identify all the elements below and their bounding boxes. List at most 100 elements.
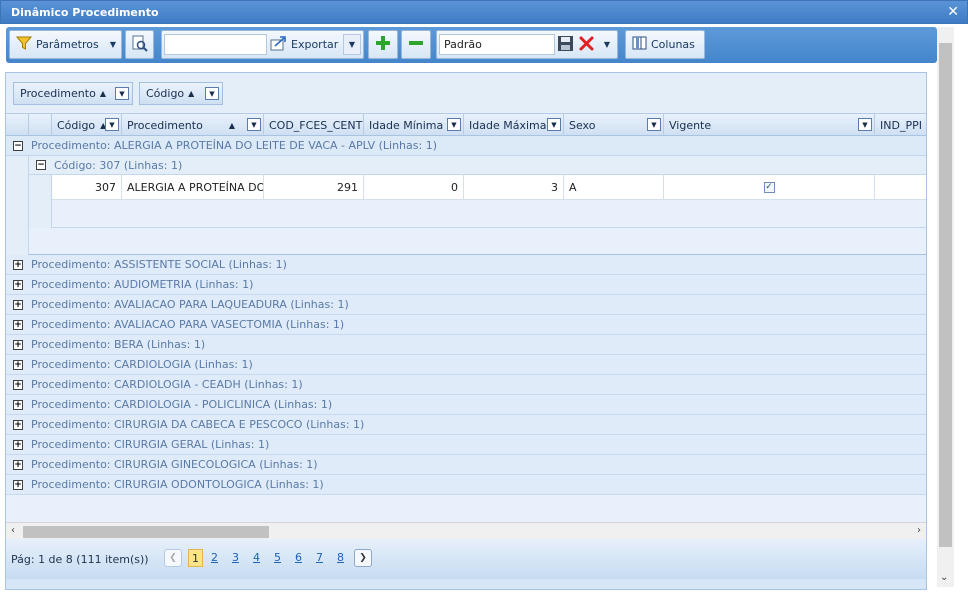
vigente-checkbox[interactable]: ✓ [763, 181, 775, 193]
expand-icon[interactable]: + [13, 339, 23, 350]
export-format-input[interactable] [164, 34, 267, 55]
group-row-collapsed[interactable]: + Procedimento: BERA (Linhas: 1) [6, 335, 926, 355]
next-page-icon[interactable]: ❯ [354, 549, 372, 567]
group-row-label: Procedimento: ASSISTENTE SOCIAL (Linhas:… [31, 258, 287, 271]
expand-icon[interactable]: + [13, 379, 23, 390]
scrollbar-thumb[interactable] [939, 43, 952, 547]
group-chip-codigo[interactable]: Código ▲ ▼ [139, 82, 223, 105]
header-sexo[interactable]: Sexo ▼ [564, 114, 664, 136]
group-row-collapsed[interactable]: + Procedimento: CARDIOLOGIA - CEADH (Linh… [6, 375, 926, 395]
header-vigente[interactable]: Vigente ▼ [664, 114, 875, 136]
plus-icon [375, 35, 391, 54]
header-label: Vigente [669, 118, 712, 132]
parameters-label: Parâmetros [36, 38, 99, 51]
expand-icon[interactable]: + [13, 259, 23, 270]
sort-asc-icon: ▲ [99, 89, 106, 98]
export-group: Exportar ▼ [161, 30, 364, 59]
print-preview-button[interactable] [125, 30, 154, 59]
group-row-label: Procedimento: CIRURGIA GINECOLOGICA (Lin… [31, 458, 318, 471]
layout-input[interactable]: Padrão [439, 34, 555, 55]
columns-button[interactable]: Colunas [625, 30, 705, 59]
group-row-collapsed[interactable]: + Procedimento: ASSISTENTE SOCIAL (Linhas… [6, 255, 926, 275]
group-row-collapsed[interactable]: + Procedimento: CARDIOLOGIA (Linhas: 1) [6, 355, 926, 375]
expand-icon[interactable]: + [13, 439, 23, 450]
scroll-down-icon[interactable]: ⌄ [940, 572, 948, 583]
prev-page-icon[interactable]: ❮ [164, 549, 182, 567]
filter-dropdown-icon[interactable]: ▼ [858, 118, 872, 131]
filter-dropdown-icon[interactable]: ▼ [205, 87, 219, 100]
page-link[interactable]: 2 [211, 551, 218, 564]
expand-icon[interactable]: + [13, 419, 23, 430]
group-row-collapsed[interactable]: + Procedimento: CARDIOLOGIA - POLICLINICA… [6, 395, 926, 415]
scroll-right-icon[interactable]: › [917, 525, 921, 536]
group-row-expanded[interactable]: − Procedimento: ALERGIA A PROTEÍNA DO LE… [6, 136, 926, 156]
expand-icon[interactable]: + [13, 299, 23, 310]
group-row-collapsed[interactable]: + Procedimento: CIRURGIA GERAL (Linhas: 1… [6, 435, 926, 455]
parameters-button[interactable]: Parâmetros ▼ [9, 30, 122, 59]
page-link[interactable]: 3 [232, 551, 239, 564]
add-button[interactable] [368, 30, 398, 59]
group-row-collapsed[interactable]: + Procedimento: AVALIACAO PARA VASECTOMIA… [6, 315, 926, 335]
filter-dropdown-icon[interactable]: ▼ [105, 118, 119, 131]
header-idade-minima[interactable]: Idade Mínima ▼ [364, 114, 464, 136]
page-link[interactable]: 6 [295, 551, 302, 564]
group-row-collapsed[interactable]: + Procedimento: CIRURGIA ODONTOLOGICA (Li… [6, 475, 926, 495]
filter-dropdown-icon[interactable]: ▼ [247, 118, 261, 131]
delete-icon[interactable] [578, 35, 595, 55]
filter-dropdown-icon[interactable]: ▼ [647, 118, 661, 131]
save-icon[interactable] [557, 35, 574, 55]
expand-icon[interactable]: + [13, 459, 23, 470]
group-footer [29, 228, 926, 255]
export-button[interactable]: Exportar [270, 34, 340, 55]
page-current[interactable]: 1 [188, 549, 203, 567]
expand-icon[interactable]: + [13, 479, 23, 490]
horizontal-scrollbar[interactable]: ‹ › [6, 522, 926, 539]
group-row-collapsed[interactable]: + Procedimento: CIRURGIA GINECOLOGICA (Li… [6, 455, 926, 475]
header-idade-maxima[interactable]: Idade Máxima ▼ [464, 114, 564, 136]
header-cod-fces[interactable]: COD_FCES_CENTRO [264, 114, 364, 136]
filter-dropdown-icon[interactable]: ▼ [447, 118, 461, 131]
window-title: Dinâmico Procedimento [11, 6, 159, 19]
header-ind-ppi[interactable]: IND_PPI [875, 114, 926, 136]
scrollbar-thumb[interactable] [23, 526, 269, 538]
group-row-label: Procedimento: BERA (Linhas: 1) [31, 338, 206, 351]
pager: Pág: 1 de 8 (111 item(s)) ❮ 12 3 4 5 6 7 8 ❯ [6, 539, 926, 579]
header-label: Procedimento [127, 118, 203, 132]
collapse-icon[interactable]: − [13, 140, 23, 151]
page-link[interactable]: 5 [274, 551, 281, 564]
filter-dropdown-icon[interactable]: ▼ [547, 118, 561, 131]
column-header-row: Código ▲ ▼ Procedimento ▲ ▼ COD_FCES_CEN… [6, 113, 926, 136]
export-dropdown-chevron-icon[interactable]: ▼ [343, 34, 361, 55]
group-row-label: Procedimento: CARDIOLOGIA (Linhas: 1) [31, 358, 253, 371]
layout-dropdown-chevron-icon[interactable]: ▼ [599, 34, 615, 55]
minus-icon [408, 35, 424, 54]
close-icon[interactable]: ✕ [947, 4, 959, 20]
group-row-collapsed[interactable]: + Procedimento: AVALIACAO PARA LAQUEADURA… [6, 295, 926, 315]
cell-codigo: 307 [52, 175, 122, 199]
columns-icon [632, 36, 647, 53]
expand-icon[interactable]: + [13, 359, 23, 370]
vertical-scrollbar[interactable]: ⌄ [937, 27, 954, 587]
header-procedimento[interactable]: Procedimento ▲ ▼ [122, 114, 264, 136]
group-panel: Procedimento ▲ ▼ Código ▲ ▼ [6, 73, 926, 112]
collapse-icon[interactable]: − [36, 160, 46, 170]
cell-vigente: ✓ [664, 175, 875, 199]
remove-button[interactable] [401, 30, 431, 59]
header-codigo[interactable]: Código ▲ ▼ [52, 114, 122, 136]
group-row-collapsed[interactable]: + Procedimento: CIRURGIA DA CABECA E PESC… [6, 415, 926, 435]
cell-ind-ppi [875, 175, 926, 199]
expand-icon[interactable]: + [13, 399, 23, 410]
scroll-left-icon[interactable]: ‹ [11, 525, 15, 536]
group-row-collapsed[interactable]: + Procedimento: AUDIOMETRIA (Linhas: 1) [6, 275, 926, 295]
page-link[interactable]: 7 [316, 551, 323, 564]
sort-asc-icon: ▲ [188, 89, 195, 98]
expand-icon[interactable]: + [13, 279, 23, 290]
group-chip-procedimento[interactable]: Procedimento ▲ ▼ [13, 82, 133, 105]
table-row[interactable]: 307 ALERGIA A PROTEÍNA DO LEITE DE VACA … [52, 175, 926, 200]
header-label: Idade Mínima [369, 118, 444, 132]
page-link[interactable]: 4 [253, 551, 260, 564]
filter-dropdown-icon[interactable]: ▼ [115, 87, 129, 100]
page-link[interactable]: 8 [337, 551, 344, 564]
expand-icon[interactable]: + [13, 319, 23, 330]
subgroup-row-expanded[interactable]: − Código: 307 (Linhas: 1) [29, 156, 926, 175]
